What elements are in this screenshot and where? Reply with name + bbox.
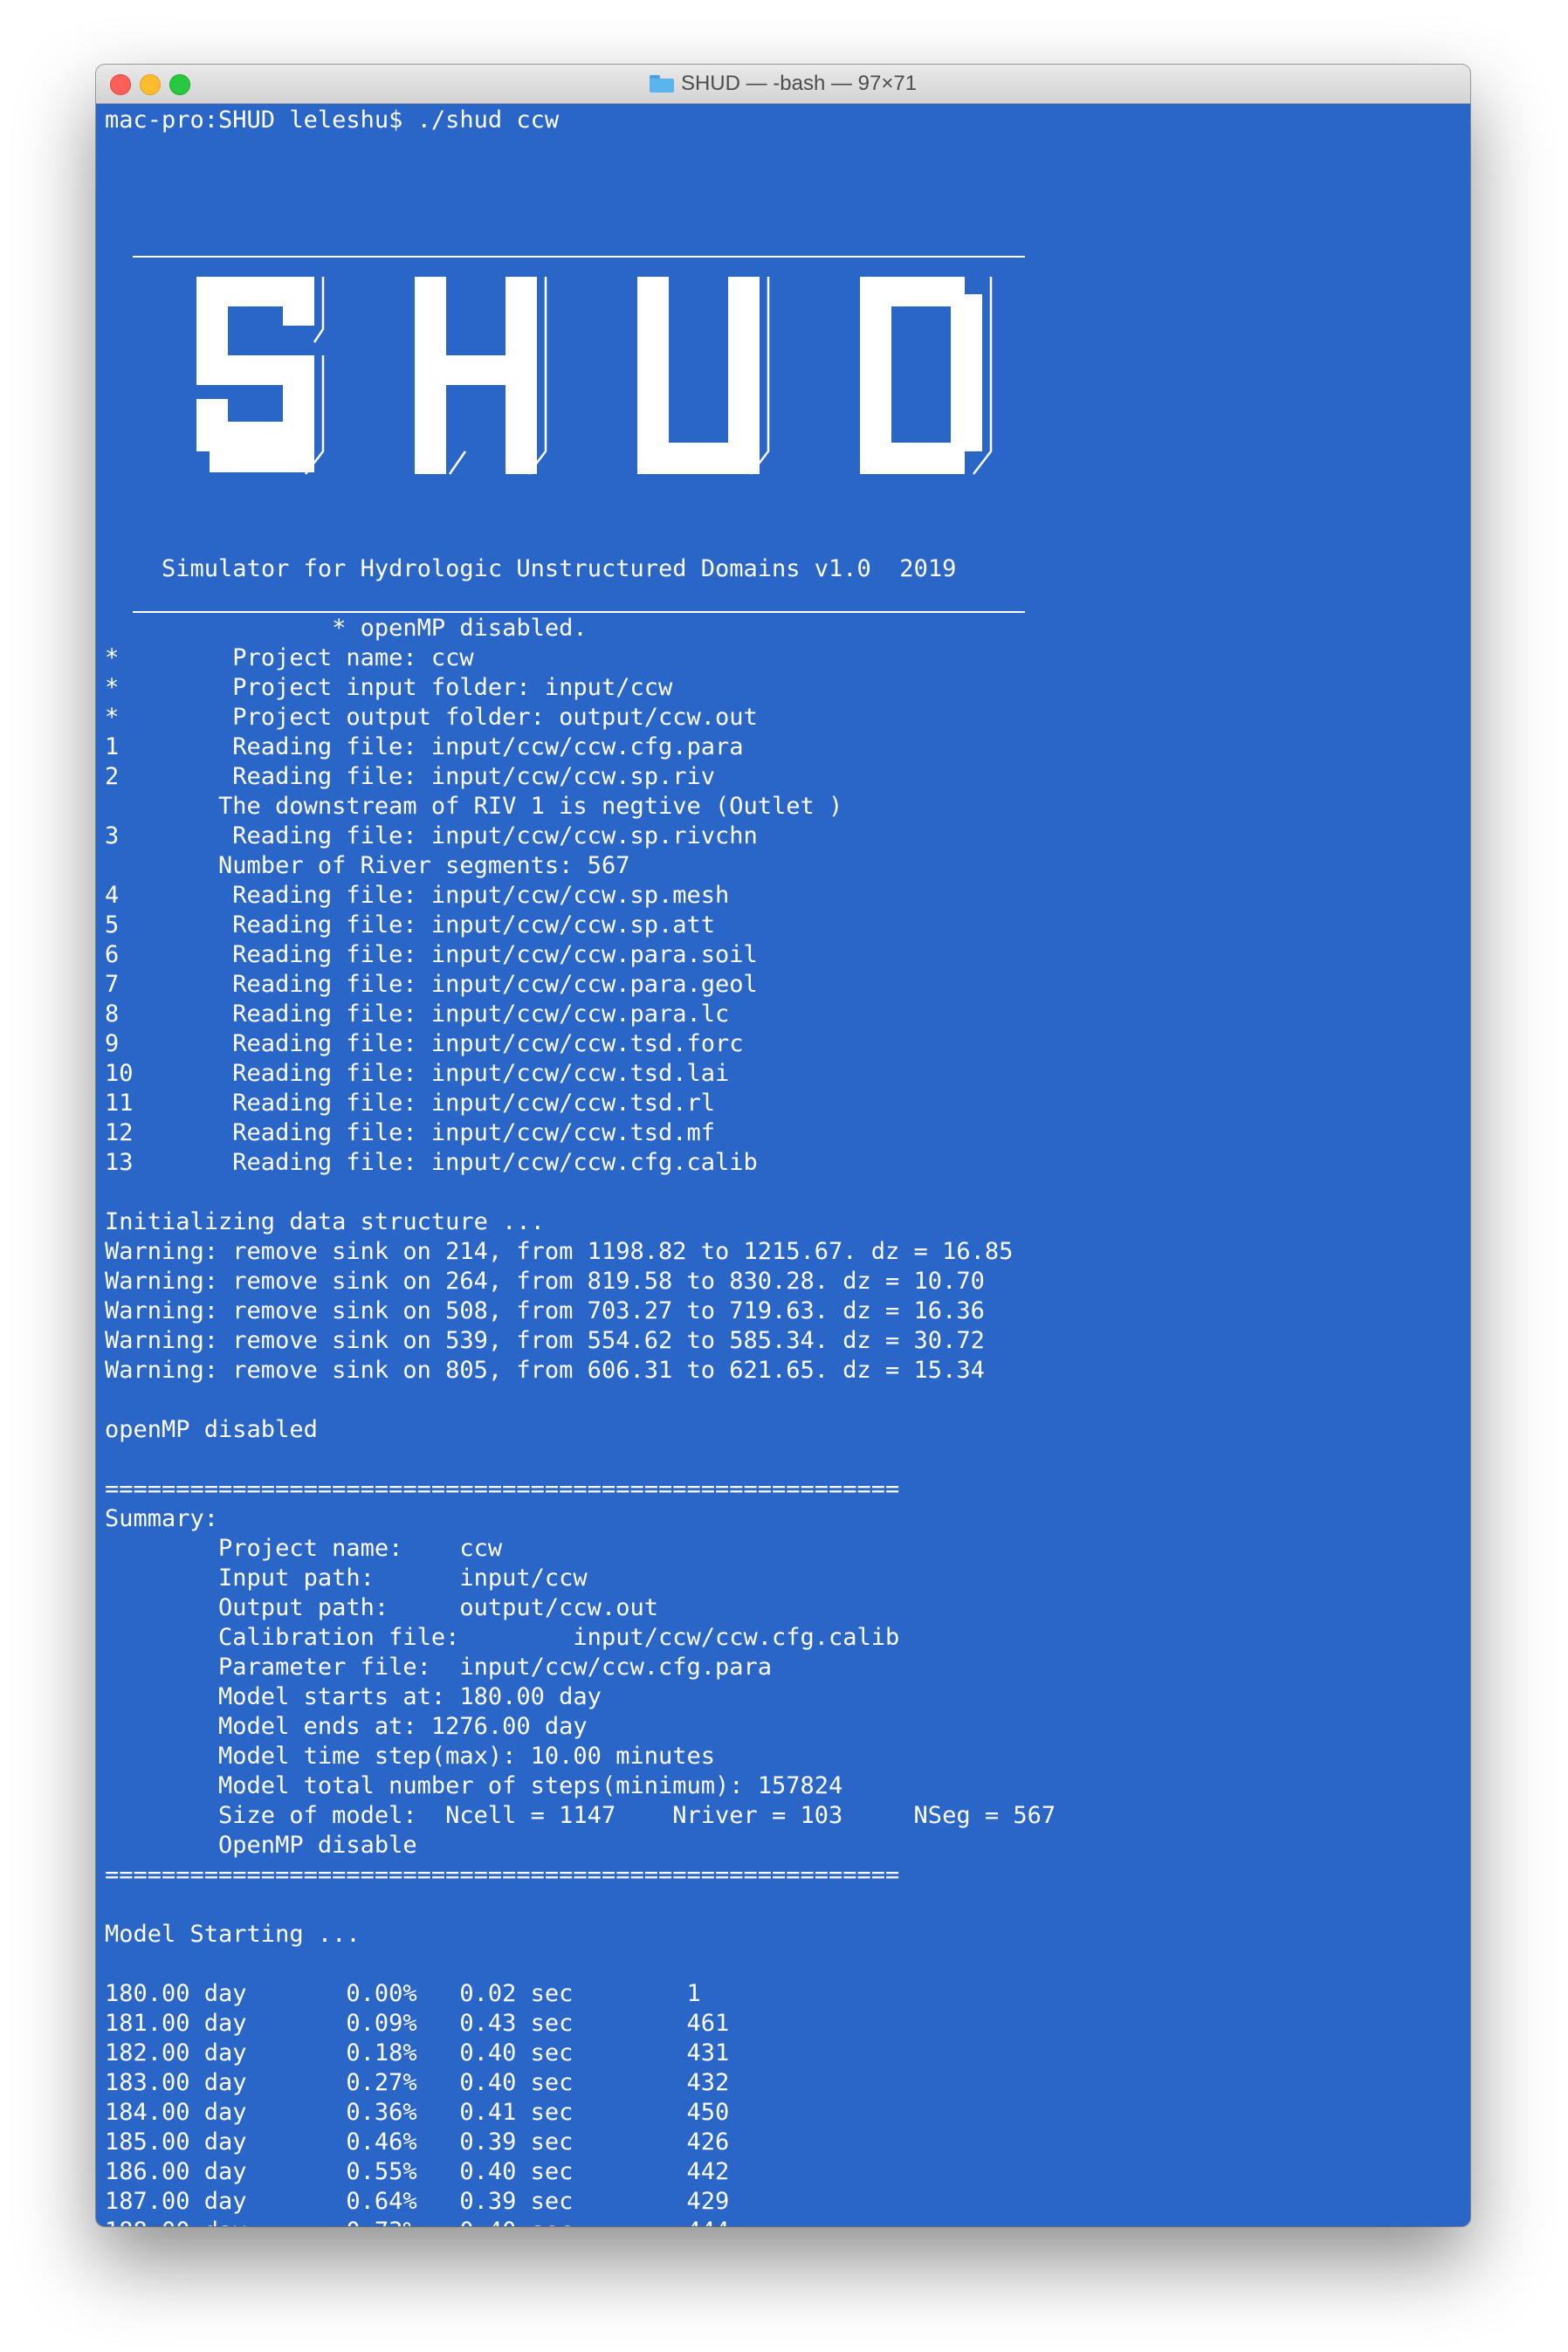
shud-logo: .blk { fill: #ffffff; } .edge { fill: no…	[196, 277, 993, 475]
banner-bottom-rule	[133, 611, 1025, 613]
log-line: Summary:	[105, 1505, 219, 1532]
logo-letter-h	[415, 277, 547, 475]
log-line: * Project name: ccw	[105, 644, 474, 671]
title-bar[interactable]: SHUD — -bash — 97×71	[96, 65, 1470, 104]
log-line: 185.00 day 0.46% 0.39 sec 426	[105, 2128, 730, 2156]
log-line: 9 Reading file: input/ccw/ccw.tsd.forc	[105, 1030, 744, 1057]
log-line: 186.00 day 0.55% 0.40 sec 442	[105, 2158, 730, 2185]
terminal-window: SHUD — -bash — 97×71 mac-pro:SHUD lelesh…	[96, 65, 1470, 2226]
log-line: 4 Reading file: input/ccw/ccw.sp.mesh	[105, 882, 730, 909]
log-line: Warning: remove sink on 214, from 1198.8…	[105, 1238, 1014, 1265]
command-prompt: mac-pro:SHUD leleshu$ ./shud ccw	[105, 107, 560, 134]
log-line: Parameter file: input/ccw/ccw.cfg.para	[105, 1654, 773, 1681]
log-line: * Project output folder: output/ccw.out	[105, 704, 758, 731]
log-line: Calibration file: input/ccw/ccw.cfg.cali…	[105, 1624, 900, 1651]
window-title: SHUD — -bash — 97×71	[96, 65, 1470, 103]
log-line: 1 Reading file: input/ccw/ccw.cfg.para	[105, 733, 744, 760]
log-line: Warning: remove sink on 264, from 819.58…	[105, 1268, 985, 1295]
log-line: 2 Reading file: input/ccw/ccw.sp.riv	[105, 763, 715, 790]
log-line: 5 Reading file: input/ccw/ccw.sp.att	[105, 911, 715, 939]
log-line: 188.00 day 0.73% 0.40 sec 444	[105, 2217, 1056, 2226]
log-line: Model total number of steps(minimum): 15…	[105, 1772, 843, 1799]
log-line: Initializing data structure ...	[105, 1208, 545, 1235]
log-line: 10 Reading file: input/ccw/ccw.tsd.lai	[105, 1060, 730, 1087]
log-line: Model ends at: 1276.00 day	[105, 1713, 588, 1740]
log-line: Warning: remove sink on 508, from 703.27…	[105, 1297, 985, 1324]
log-line: 11 Reading file: input/ccw/ccw.tsd.rl	[105, 1090, 715, 1117]
logo-letter-u	[637, 277, 770, 475]
log-line: 13 Reading file: input/ccw/ccw.cfg.calib	[105, 1149, 758, 1176]
log-line: 6 Reading file: input/ccw/ccw.para.soil	[105, 941, 758, 968]
log-line: 8 Reading file: input/ccw/ccw.para.lc	[105, 1001, 730, 1028]
log-line: Model starts at: 180.00 day	[105, 1683, 602, 1710]
log-line: Size of model: Ncell = 1147 Nriver = 103…	[105, 1802, 1056, 1829]
banner-tagline: Simulator for Hydrologic Unstructured Do…	[162, 555, 957, 582]
log-line: 187.00 day 0.64% 0.39 sec 429	[105, 2188, 730, 2215]
log-line: Input path: input/ccw	[105, 1565, 588, 1592]
log-line: ========================================…	[105, 1475, 900, 1503]
log-line: 181.00 day 0.09% 0.43 sec 461	[105, 2010, 730, 2037]
log-line: 184.00 day 0.36% 0.41 sec 450	[105, 2099, 730, 2126]
log-line: ========================================…	[105, 1861, 900, 1888]
log-line: 12 Reading file: input/ccw/ccw.tsd.mf	[105, 1119, 715, 1146]
logo-letter-s	[196, 277, 325, 475]
log-line: Model Starting ...	[105, 1921, 361, 1948]
terminal-log: * openMP disabled. * Project name: ccw * P…	[105, 614, 1056, 2226]
folder-icon	[649, 75, 674, 93]
log-line: 180.00 day 0.00% 0.02 sec 1	[105, 1980, 701, 2007]
log-line: Warning: remove sink on 805, from 606.31…	[105, 1357, 985, 1384]
log-line: * Project input folder: input/ccw	[105, 674, 673, 701]
banner-top-rule	[133, 256, 1025, 258]
log-line: The downstream of RIV 1 is negtive (Outl…	[105, 793, 843, 820]
log-line: * openMP disabled.	[105, 615, 588, 642]
log-line: 183.00 day 0.27% 0.40 sec 432	[105, 2069, 730, 2096]
log-line: OpenMP disable	[105, 1832, 417, 1859]
log-line: openMP disabled	[105, 1416, 318, 1443]
terminal-content[interactable]: mac-pro:SHUD leleshu$ ./shud ccw .blk { …	[105, 106, 1465, 2226]
logo-letter-d	[860, 277, 993, 475]
log-line: Model time step(max): 10.00 minutes	[105, 1743, 715, 1770]
log-line: Project name: ccw	[105, 1535, 503, 1562]
log-line: Warning: remove sink on 539, from 554.62…	[105, 1327, 985, 1354]
log-line: Output path: output/ccw.out	[105, 1594, 658, 1621]
log-line: Number of River segments: 567	[105, 852, 630, 879]
window-title-text: SHUD — -bash — 97×71	[680, 72, 918, 95]
log-line: 3 Reading file: input/ccw/ccw.sp.rivchn	[105, 822, 758, 849]
log-line: 7 Reading file: input/ccw/ccw.para.geol	[105, 971, 758, 998]
log-line: 182.00 day 0.18% 0.40 sec 431	[105, 2039, 730, 2067]
